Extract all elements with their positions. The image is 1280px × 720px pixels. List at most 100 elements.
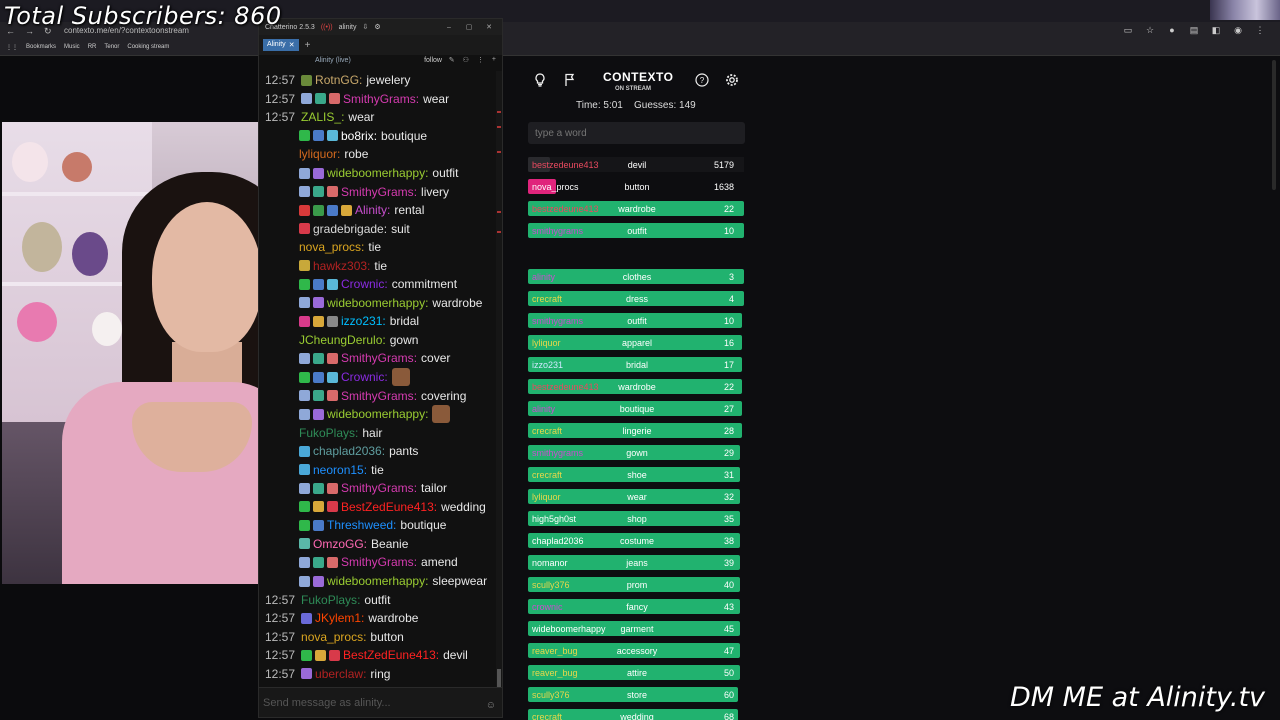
bookmark-item[interactable]: Bookmarks [26, 44, 56, 51]
bookmark-item[interactable]: RR [88, 44, 97, 51]
chat-badge-icon[interactable] [299, 501, 310, 513]
chat-username[interactable]: ZALIS_ [301, 110, 341, 124]
add-tab-icon[interactable]: + [305, 40, 311, 51]
chat-username[interactable]: FukoPlays [301, 593, 357, 607]
chat-username[interactable]: lyliquor [299, 147, 337, 161]
chat-username[interactable]: SmithyGrams [341, 389, 414, 403]
chat-badge-icon[interactable] [301, 74, 313, 86]
chat-username[interactable]: SmithyGrams [343, 92, 416, 106]
chat-badge-icon[interactable] [313, 167, 324, 179]
chat-badge-icon[interactable] [299, 352, 310, 364]
chat-username[interactable]: Crownic [341, 370, 384, 384]
chat-message-list[interactable]: 12:57 RotnGG: jewelery 12:57 SmithyGrams: wea… [259, 71, 497, 703]
users-icon[interactable]: ⚇ [463, 56, 469, 64]
chat-badge-icon[interactable] [299, 278, 310, 290]
chat-badge-icon[interactable] [315, 649, 327, 661]
chat-badge-icon[interactable] [313, 130, 324, 142]
chat-username[interactable]: RotnGG [315, 73, 359, 87]
print-icon[interactable]: ▤ [1188, 25, 1200, 36]
chat-username[interactable]: nova_procs [299, 240, 361, 254]
chat-badge-icon[interactable] [313, 278, 324, 290]
tab-alinity[interactable]: Alinity ✕ [263, 39, 299, 51]
chat-badge-icon[interactable] [299, 223, 310, 235]
chat-username[interactable]: nova_procs [301, 630, 363, 644]
chat-username[interactable]: izzo231 [341, 314, 382, 328]
chat-badge-icon[interactable] [299, 297, 310, 309]
cast-icon[interactable]: ▭ [1122, 25, 1134, 36]
chat-badge-icon[interactable] [313, 408, 324, 420]
chat-badge-icon[interactable] [327, 130, 338, 142]
profile-icon[interactable]: ◉ [1232, 25, 1244, 36]
chat-scrollbar[interactable] [496, 71, 502, 703]
chat-username[interactable]: wideboomerhappy [327, 574, 425, 588]
chat-username[interactable]: JKylem1 [315, 611, 361, 625]
word-input[interactable] [528, 122, 745, 144]
chat-badge-icon[interactable] [313, 556, 324, 568]
follow-button[interactable]: follow [424, 57, 442, 64]
minimize-icon[interactable]: – [442, 24, 456, 31]
chat-badge-icon[interactable] [313, 501, 324, 513]
chat-badge-icon[interactable] [327, 186, 338, 198]
chat-badge-icon[interactable] [327, 352, 338, 364]
chat-badge-icon[interactable] [299, 167, 310, 179]
bookmark-item[interactable]: Cooking stream [127, 44, 169, 51]
chat-username[interactable]: wideboomerhappy [327, 166, 425, 180]
chat-badge-icon[interactable] [299, 538, 310, 550]
chat-badge-icon[interactable] [313, 575, 324, 587]
add-split-icon[interactable]: + [492, 56, 496, 64]
chat-username[interactable]: OmzoGG [313, 537, 364, 551]
chat-username[interactable]: neoron15 [313, 463, 364, 477]
help-icon[interactable]: ? [694, 72, 710, 88]
chat-username[interactable]: bo8rix [341, 129, 374, 143]
chat-badge-icon[interactable] [299, 519, 310, 531]
chat-badge-icon[interactable] [299, 186, 310, 198]
chat-badge-icon[interactable] [313, 297, 324, 309]
page-scrollbar[interactable] [1272, 60, 1276, 190]
chat-username[interactable]: Alinity [355, 203, 387, 217]
chat-badge-icon[interactable] [313, 519, 324, 531]
chat-badge-icon[interactable] [327, 501, 338, 513]
chat-username[interactable]: chaplad2036 [313, 444, 382, 458]
chat-username[interactable]: SmithyGrams [341, 351, 414, 365]
chat-username[interactable]: FukoPlays [299, 426, 355, 440]
settings-icon[interactable]: ⚙ [374, 23, 380, 31]
menu-icon[interactable]: ⋮ [1254, 25, 1266, 36]
chat-username[interactable]: SmithyGrams [341, 481, 414, 495]
chat-badge-icon[interactable] [313, 371, 324, 383]
chat-badge-icon[interactable] [327, 315, 338, 327]
chat-badge-icon[interactable] [299, 390, 310, 402]
star-icon[interactable]: ☆ [1144, 25, 1156, 36]
chat-username[interactable]: wideboomerhappy [327, 407, 425, 421]
lightbulb-icon[interactable] [532, 72, 548, 88]
chat-username[interactable]: SmithyGrams [341, 555, 414, 569]
chat-badge-icon[interactable] [313, 352, 324, 364]
chat-badge-icon[interactable] [313, 186, 324, 198]
chat-badge-icon[interactable] [301, 649, 313, 661]
chat-username[interactable]: SmithyGrams [341, 185, 414, 199]
apps-icon[interactable]: ⋮⋮ [6, 44, 18, 51]
chat-badge-icon[interactable] [313, 315, 324, 327]
close-icon[interactable]: ✕ [482, 23, 496, 31]
chat-badge-icon[interactable] [299, 371, 310, 383]
chat-badge-icon[interactable] [341, 204, 352, 216]
chat-username[interactable]: BestZedEune413 [343, 648, 436, 662]
chat-badge-icon[interactable] [315, 93, 327, 105]
tab-close-icon[interactable]: ✕ [289, 41, 295, 49]
chat-badge-icon[interactable] [299, 445, 310, 457]
pencil-icon[interactable]: ✎ [449, 56, 455, 64]
chat-badge-icon[interactable] [301, 668, 313, 680]
chat-badge-icon[interactable] [329, 649, 341, 661]
chat-username[interactable]: BestZedEune413 [341, 500, 434, 514]
extension-icon[interactable]: ● [1166, 25, 1178, 36]
chat-badge-icon[interactable] [299, 408, 310, 420]
maximize-icon[interactable]: ▢ [462, 23, 476, 31]
chat-badge-icon[interactable] [313, 204, 324, 216]
download-icon[interactable]: ⇩ [363, 23, 369, 31]
chat-username[interactable]: Threshweed [327, 518, 393, 532]
chat-badge-icon[interactable] [299, 130, 310, 142]
chat-username[interactable]: wideboomerhappy [327, 296, 425, 310]
chat-badge-icon[interactable] [327, 278, 338, 290]
chat-badge-icon[interactable] [327, 390, 338, 402]
chat-username[interactable]: hawkz303 [313, 259, 367, 273]
chat-badge-icon[interactable] [299, 260, 310, 272]
